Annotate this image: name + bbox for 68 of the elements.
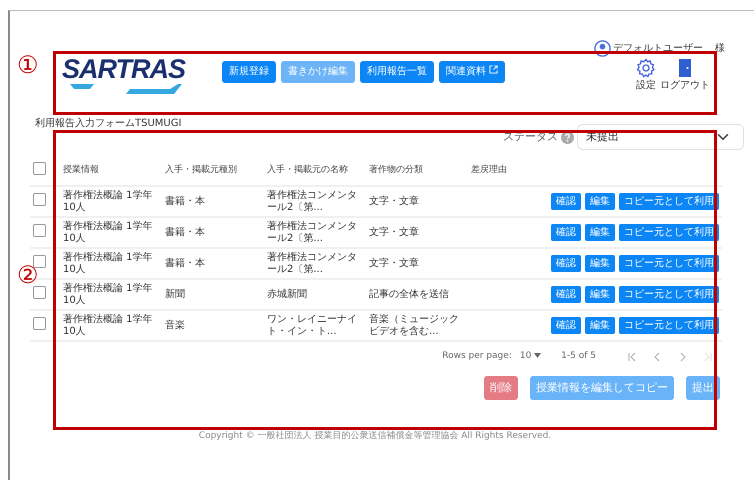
row-action-button[interactable]: コピー元として利用 [619,255,719,272]
help-icon[interactable] [561,130,574,144]
table-cell: 文字・文章 [369,258,419,268]
table-cell: 文字・文章 [369,196,419,206]
table-cell: 著作権法概論 1学年 10人 [63,252,153,274]
row-action-button[interactable]: コピー元として利用 [619,193,719,210]
user-avatar-icon [594,40,611,57]
user-suffix: 様 [715,42,725,56]
table-cell: 書籍・本 [165,196,205,206]
row-action-button[interactable]: 確認 [551,193,581,210]
form-title: 利用報告入力フォームTSUMUGI [35,116,182,131]
row-action-button[interactable]: 確認 [551,317,581,334]
previous-icon[interactable] [652,352,662,362]
table-cell: 著作権法概論 1学年 10人 [63,282,153,306]
table-cell: 著作権法概論 1学年 10人 [63,220,153,244]
checkbox[interactable] [33,317,46,330]
nav-button[interactable]: 利用報告一覧 [360,61,434,83]
rows-per-page-label: Rows per page: [442,350,512,363]
row-action-button[interactable]: コピー元として利用 [619,317,719,334]
row-action-button[interactable]: 編集 [585,286,615,303]
checkbox[interactable] [33,286,46,299]
table-cell: 著作権法コンメンタール2〔第... [267,220,357,244]
table-cell: 著作権法概論 1学年 10人 [63,190,153,212]
column-header: 著作物の分類 [369,165,423,176]
table-cell: 文字・文章 [369,226,419,238]
row-action-button[interactable]: 編集 [585,317,615,334]
table-cell: 著作権法概論 1学年 10人 [63,314,153,336]
table-cell: 新聞 [165,288,185,300]
logo: SARTRAS [62,56,186,83]
row-action-button[interactable]: 編集 [585,224,615,241]
row-action-button[interactable]: 編集 [585,193,615,210]
settings-icon [636,58,656,78]
annotation-number: ② [17,263,39,287]
column-header: 入手・掲載元の名称 [267,165,348,176]
copyright-text: Copyright © 一般社団法人 授業目的公衆送信補償金等管理協会 All Rights Reserved. [198,431,552,441]
row-action-button[interactable]: 確認 [551,224,581,241]
table-cell: ワン・レイニーナイト・イン・ト... [267,314,357,336]
checkbox[interactable] [33,162,46,176]
checkbox[interactable] [33,224,46,237]
nav-button[interactable]: 新規登録 [222,61,276,83]
first-page-icon[interactable] [626,352,636,362]
rows-per-page-select[interactable]: 10 [520,350,542,364]
table-cell: 著作権法コンメンタール2〔第... [267,190,357,212]
column-header: 差戻理由 [471,165,507,176]
page-range: 1-5 of 5 [561,350,596,363]
table-cell: 書籍・本 [165,226,205,238]
header-action-button[interactable]: 設定 [636,58,656,93]
row-action-button[interactable]: 確認 [551,255,581,272]
door-icon [677,58,693,78]
row-action-button[interactable]: コピー元として利用 [619,286,719,303]
annotation-number: ① [17,53,39,77]
table-cell: 書籍・本 [165,258,205,268]
logo-stripe-icon [70,84,182,94]
table-cell: 記事の全体を送信 [369,288,449,300]
table-cell: 赤城新聞 [267,288,307,300]
table-cell: 音楽 [165,320,185,330]
row-action-button[interactable]: コピー元として利用 [619,224,719,241]
column-header: 入手・掲載元種別 [165,165,237,176]
next-icon[interactable] [678,352,688,362]
header-action-button[interactable]: ログアウト [660,58,710,93]
row-action-button[interactable]: 編集 [585,255,615,272]
column-header: 授業情報 [63,165,99,176]
nav-button[interactable]: 関連資料 [439,61,506,83]
table-cell: 著作権法コンメンタール2〔第... [267,252,357,274]
row-action-button[interactable]: 確認 [551,286,581,303]
table-cell: 音楽（ミュージックビデオを含む... [369,314,459,336]
checkbox[interactable] [33,193,46,206]
caret-icon [534,353,542,358]
